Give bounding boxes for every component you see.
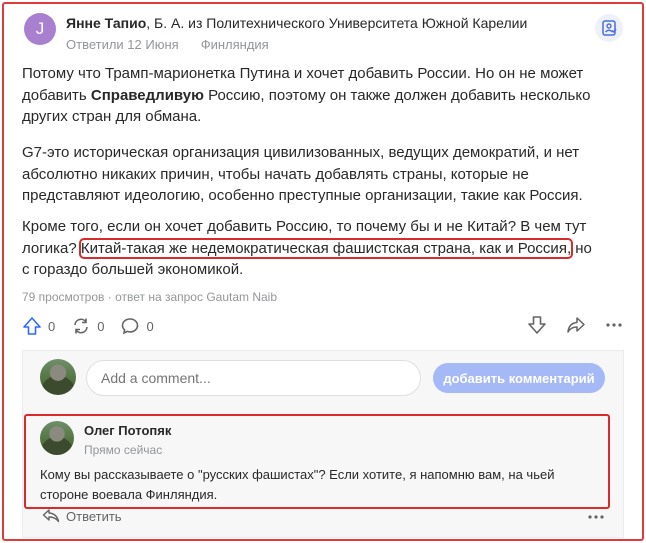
more-options-button[interactable] [604,315,624,335]
add-comment-button[interactable]: добавить комментарий [433,363,605,393]
share-button[interactable] [566,315,586,335]
author-avatar[interactable]: J [24,13,56,45]
p1-bold: Справедливую [90,86,204,104]
answer-paragraph-3: Кроме того, если он хочет добавить Росси… [22,216,602,281]
action-bar: 0 0 0 [22,315,170,337]
upvote-icon [23,317,41,335]
author-line: Янне Тапио, Б. А. из Политехнического Ун… [66,15,527,31]
comment-text: Кому вы рассказываете о "русских фашиста… [40,467,555,502]
comment-button[interactable]: 0 [120,316,154,336]
answered-date[interactable]: Ответили 12 Июня [66,37,179,52]
share-icon [567,317,585,333]
reshare-count: 0 [97,318,105,334]
upvote-button[interactable]: 0 [22,316,55,336]
reshare-icon [74,318,89,334]
comment-timestamp: Прямо сейчас [84,443,163,457]
current-user-avatar [40,359,76,395]
reply-label: Ответить [66,508,122,524]
comment-input[interactable] [86,360,421,396]
more-icon [606,323,622,327]
reply-icon [42,509,60,523]
commenter-avatar[interactable] [40,421,74,455]
bookmark-button[interactable] [595,14,623,42]
author-credential: , Б. А. из Политехнического Университета… [146,15,528,31]
answer-stats[interactable]: 79 просмотров · ответ на запрос Gautam N… [22,290,277,304]
avatar-letter: J [35,19,45,38]
reply-button[interactable]: Ответить [42,508,122,524]
comment-icon [122,318,139,335]
author-location: Финляндия [200,37,269,52]
comment-more-button[interactable] [586,510,606,528]
answer-meta: Ответили 12 Июня Финляндия [66,37,269,52]
answer-paragraph-1: Потому что Трамп-марионетка Путина и хоч… [22,63,602,128]
downvote-icon [528,316,546,334]
comment-count: 0 [146,318,154,334]
reshare-button[interactable]: 0 [71,316,104,336]
highlighted-sentence: Китай-такая же недемократическая фашистс… [78,237,574,259]
answer-paragraph-2: G7-это историческая организация цивилизо… [22,144,583,204]
upvote-count: 0 [48,318,56,334]
more-icon [588,515,604,519]
downvote-button[interactable] [527,315,547,335]
author-name[interactable]: Янне Тапио [66,15,146,31]
commenter-name[interactable]: Олег Потопяк [84,423,171,438]
bookmark-icon [602,20,617,36]
